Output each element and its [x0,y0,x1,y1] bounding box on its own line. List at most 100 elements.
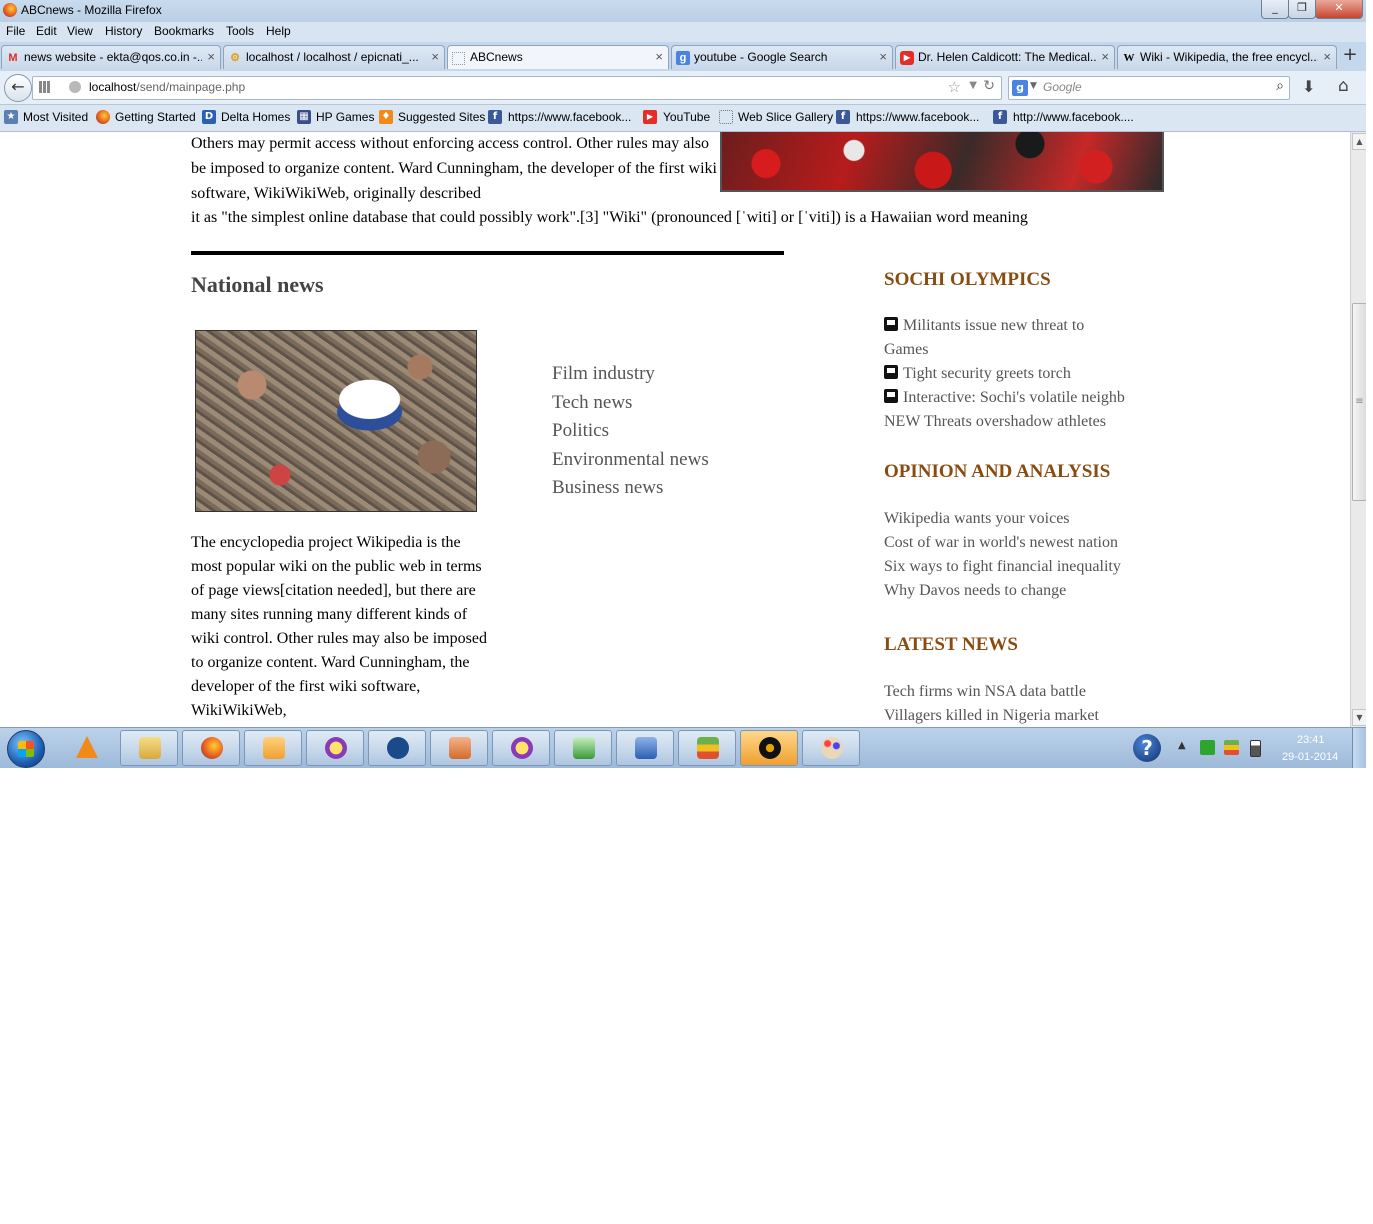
taskbar-task-manager[interactable] [554,730,612,766]
opinion-section: OPINION AND ANALYSIS [884,461,1110,483]
menu-view[interactable]: View [67,24,93,38]
url-path: /send/mainpage.php [136,80,246,94]
taskbar-explorer[interactable] [120,730,178,766]
opinion-item[interactable]: Six ways to fight financial inequality [884,555,1121,579]
bookmark-star-icon[interactable]: ☆ [948,78,961,96]
link-business-news[interactable]: Business news [552,474,709,503]
site-identity-icon[interactable] [69,81,81,93]
taskbar-media-player[interactable] [244,730,302,766]
tab-google-search[interactable]: g youtube - Google Search × [671,45,893,69]
sochi-section: SOCHI OLYMPICS [884,269,1051,291]
tab-phpmyadmin[interactable]: ⚙ localhost / localhost / epicnati_... × [223,45,445,69]
show-hidden-icons-icon[interactable]: ▲ [1178,740,1186,751]
sochi-list: Militants issue new threat to Games Tigh… [884,314,1125,434]
opinion-item[interactable]: Why Davos needs to change [884,579,1121,603]
reload-icon[interactable]: ↻ [983,78,995,94]
bookmark-youtube[interactable]: YouTube [663,110,710,124]
minimize-button[interactable]: _ [1261,0,1289,19]
menu-edit[interactable]: Edit [36,24,57,38]
sochi-item[interactable]: NEW Threats overshadow athletes [884,410,1125,434]
tab-wikipedia[interactable]: W Wiki - Wikipedia, the free encycl... × [1117,45,1337,69]
taskbar-word[interactable] [616,730,674,766]
sochi-item[interactable]: Interactive: Sochi's volatile neighb [884,386,1125,410]
downloads-icon[interactable]: ⬇ [1302,77,1315,96]
taskbar-paint[interactable] [802,730,860,766]
close-icon[interactable]: × [1323,49,1331,64]
scrollbar-thumb[interactable]: ≡ [1352,303,1366,501]
bookmark-most-visited[interactable]: Most Visited [23,110,88,124]
search-icon[interactable]: ⌕ [1276,78,1284,94]
taskbar-hp[interactable] [368,730,426,766]
firefox-logo-icon [3,3,17,17]
google-search-engine-icon[interactable]: g [1012,80,1028,96]
scroll-up-arrow-icon[interactable]: ▲ [1352,133,1366,150]
bookmark-suggested-sites[interactable]: Suggested Sites [398,110,485,124]
back-button[interactable]: ← [4,74,32,102]
show-desktop-button[interactable] [1352,728,1366,768]
sochi-item[interactable]: Militants issue new threat to [884,314,1125,338]
menu-bookmarks[interactable]: Bookmarks [154,24,214,38]
bookmark-web-slice-gallery[interactable]: Web Slice Gallery [738,110,833,124]
close-icon[interactable]: × [1101,49,1109,64]
engine-dropdown-icon[interactable]: ▼ [1030,81,1037,91]
close-icon[interactable]: × [655,49,663,64]
taskbar-yahoo-messenger[interactable] [306,730,364,766]
phpmyadmin-icon: ⚙ [230,52,240,64]
bookmark-facebook-3[interactable]: http://www.facebook.... [1013,110,1134,124]
taskbar-vlc[interactable] [66,730,110,766]
menu-tools[interactable]: Tools [226,24,254,38]
search-bar[interactable]: g ▼ Google ⌕ [1008,76,1290,100]
bookmark-facebook-1[interactable]: https://www.facebook... [508,110,631,124]
url-text[interactable]: localhost/send/mainpage.php [89,80,245,94]
tray-app-icon[interactable] [1200,740,1215,755]
taskbar-yahoo-messenger-2[interactable] [492,730,550,766]
new-tab-button[interactable]: + [1339,45,1361,67]
latest-item[interactable]: Villagers killed in Nigeria market [884,704,1099,727]
url-bar[interactable]: localhost/send/mainpage.php ☆ ▼ ↻ [32,76,1002,100]
opinion-item[interactable]: Wikipedia wants your voices [884,507,1121,531]
tab-youtube[interactable]: ▶ Dr. Helen Caldicott: The Medical... × [895,45,1115,69]
link-tech-news[interactable]: Tech news [552,389,709,418]
dropdown-arrow-icon[interactable]: ▼ [969,80,977,91]
protest-crowd-image [720,132,1164,192]
bookmark-hp-games[interactable]: HP Games [316,110,374,124]
bookmark-getting-started[interactable]: Getting Started [115,110,196,124]
help-icon[interactable]: ? [1133,734,1161,762]
link-politics[interactable]: Politics [552,417,709,446]
link-environmental-news[interactable]: Environmental news [552,446,709,475]
latest-item[interactable]: Tech firms win NSA data battle [884,680,1099,704]
menu-file[interactable]: File [6,24,25,38]
page-scrollbar[interactable]: ▲ ≡ ▼ [1350,132,1366,727]
tray-bluestacks-icon[interactable] [1224,740,1239,755]
wikipedia-icon: W [1123,52,1135,64]
sochi-item[interactable]: Games [884,338,1125,362]
menu-history[interactable]: History [105,24,142,38]
close-window-button[interactable]: ✕ [1315,0,1363,19]
maximize-button[interactable]: ❐ [1288,0,1316,19]
start-button[interactable] [7,730,45,768]
tab-abcnews[interactable]: ABCnews × [447,45,669,69]
taskbar-bluestacks[interactable] [678,730,736,766]
tab-gmail[interactable]: M news website - ekta@qos.co.in -... × [1,45,221,69]
clock-time[interactable]: 23:41 [1297,734,1325,746]
menu-help[interactable]: Help [266,24,291,38]
scroll-down-arrow-icon[interactable]: ▼ [1352,709,1366,726]
bookmark-delta-homes[interactable]: Delta Homes [221,110,290,124]
opinion-item[interactable]: Cost of war in world's newest nation [884,531,1121,555]
taskbar-presentation[interactable] [430,730,488,766]
clock-date[interactable]: 29-01-2014 [1282,751,1338,763]
bookmark-facebook-2[interactable]: https://www.facebook... [856,110,979,124]
link-film-industry[interactable]: Film industry [552,360,709,389]
app-grid-icon[interactable] [39,81,51,93]
close-icon[interactable]: × [207,49,215,64]
home-icon[interactable]: ⌂ [1338,76,1349,96]
close-icon[interactable]: × [431,49,439,64]
sochi-item[interactable]: Tight security greets torch [884,362,1125,386]
window-title: ABCnews - Mozilla Firefox [21,3,162,17]
tab-label: Dr. Helen Caldicott: The Medical... [918,50,1096,64]
section-divider [191,251,784,255]
taskbar-winamp[interactable] [740,730,798,766]
taskbar-firefox[interactable] [182,730,240,766]
battery-icon[interactable] [1250,740,1261,757]
close-icon[interactable]: × [879,49,887,64]
